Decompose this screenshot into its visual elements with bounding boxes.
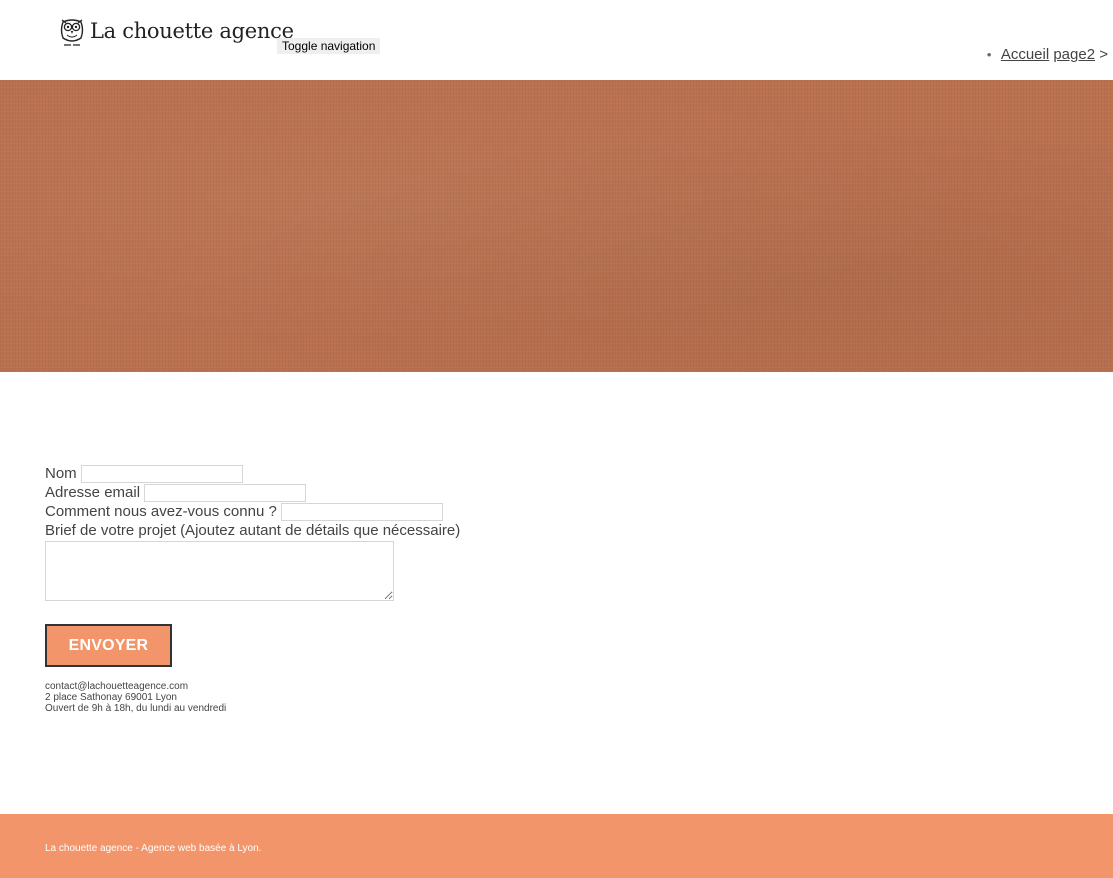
email-row: Adresse email [45,483,460,502]
contact-address: 2 place Sathonay 69001 Lyon [45,692,177,703]
bullet-icon: • [986,47,992,62]
name-row: Nom [45,464,460,483]
brand-name: La chouette agence [90,19,294,43]
name-label: Nom [45,465,77,482]
toggle-navigation-button[interactable]: Toggle navigation [277,38,381,54]
owl-icon [60,19,84,46]
contact-email: contact@lachouetteagence.com [45,681,189,692]
name-field[interactable] [80,464,243,483]
nav-link-accueil[interactable]: Accueil [1001,46,1049,63]
nav-separator: > [1095,46,1108,63]
contact-info: contact@lachouetteagence.com 2 place Sat… [45,681,226,714]
footer-text: La chouette agence - Agence web basée à … [45,843,262,854]
hero-banner [0,80,1113,372]
brief-label: Brief de votre projet (Ajoutez autant de… [45,522,461,539]
source-label: Comment nous avez-vous connu ? [45,503,277,520]
submit-button[interactable]: ENVOYER [45,624,172,667]
brief-textarea[interactable] [45,541,394,601]
breadcrumb-nav: • Accueil page2 > [987,46,1108,64]
email-field[interactable] [144,483,307,502]
site-footer: La chouette agence - Agence web basée à … [0,814,1113,878]
source-row: Comment nous avez-vous connu ? [45,502,460,521]
contact-form: Nom Adresse email Comment nous avez-vous… [45,464,460,667]
contact-hours: Ouvert de 9h à 18h, du lundi au vendredi [45,703,227,714]
site-header: La chouette agence Toggle navigation • Ac… [0,0,1113,80]
nav-item-accueil: • Accueil [987,46,1054,63]
nav-item-page2: page2 > [1053,46,1108,63]
source-field[interactable] [280,502,443,521]
email-label: Adresse email [45,484,141,501]
nav-link-page2[interactable]: page2 [1053,46,1095,63]
brand-logo[interactable]: La chouette agence [58,14,294,48]
